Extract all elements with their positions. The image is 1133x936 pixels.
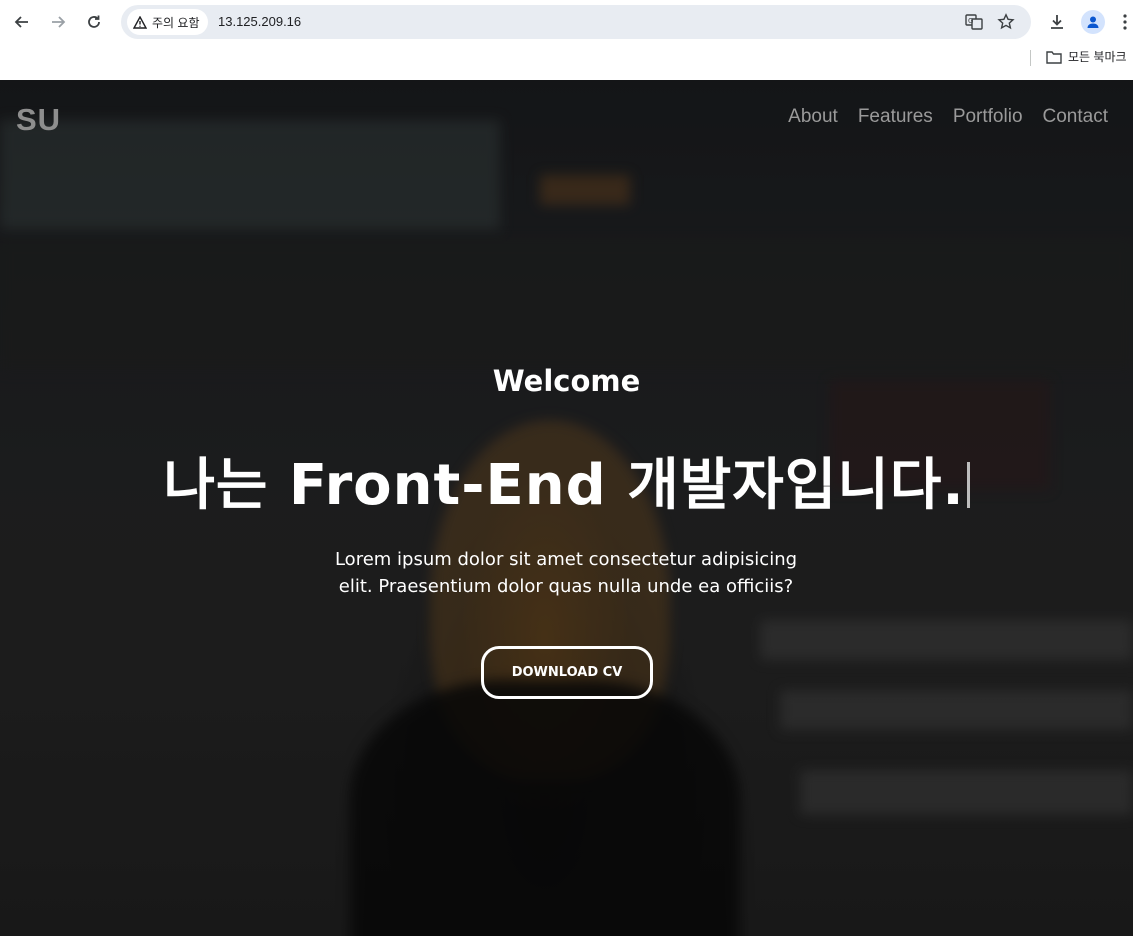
url-text[interactable]: 13.125.209.16 xyxy=(218,14,301,29)
profile-avatar[interactable] xyxy=(1081,10,1105,34)
folder-icon xyxy=(1046,50,1062,64)
hero-headline: 나는 Front-End 개발자입니다. xyxy=(0,440,1133,521)
translate-icon[interactable]: G xyxy=(963,11,985,33)
bookmark-divider xyxy=(1030,50,1031,66)
security-chip[interactable]: 주의 요함 xyxy=(127,9,208,35)
hero-headline-text: 나는 Front-End 개발자입니다. xyxy=(163,453,965,518)
back-button[interactable] xyxy=(8,8,36,36)
reload-button[interactable] xyxy=(80,8,108,36)
menu-kebab-icon[interactable] xyxy=(1118,8,1132,36)
all-bookmarks-folder[interactable]: 모든 북마크 xyxy=(1046,48,1127,65)
svg-text:G: G xyxy=(968,17,973,25)
star-icon[interactable] xyxy=(995,11,1017,33)
warning-icon xyxy=(133,15,147,29)
arrow-right-icon xyxy=(52,16,66,28)
security-label: 주의 요함 xyxy=(152,15,200,30)
download-cv-button[interactable]: DOWNLOAD CV xyxy=(481,646,653,699)
arrow-left-icon xyxy=(14,16,28,28)
typing-cursor xyxy=(966,462,970,508)
person-icon xyxy=(1087,16,1099,28)
forward-button[interactable] xyxy=(44,8,72,36)
download-icon[interactable] xyxy=(1043,8,1071,36)
browser-toolbar: 주의 요함 13.125.209.16 G 모든 북마크 xyxy=(0,0,1133,80)
hero-description: Lorem ipsum dolor sit amet consectetur a… xyxy=(334,549,798,597)
bookmark-folder-label: 모든 북마크 xyxy=(1068,50,1127,64)
hero-welcome: Welcome xyxy=(492,364,641,398)
hero-content: Welcome 나는 Front-End 개발자입니다. Lorem ipsum… xyxy=(0,80,1133,936)
hero-section: SU About Features Portfolio Contact Welc… xyxy=(0,80,1133,936)
address-bar[interactable]: 주의 요함 13.125.209.16 G xyxy=(121,5,1031,39)
reload-icon xyxy=(88,15,100,28)
